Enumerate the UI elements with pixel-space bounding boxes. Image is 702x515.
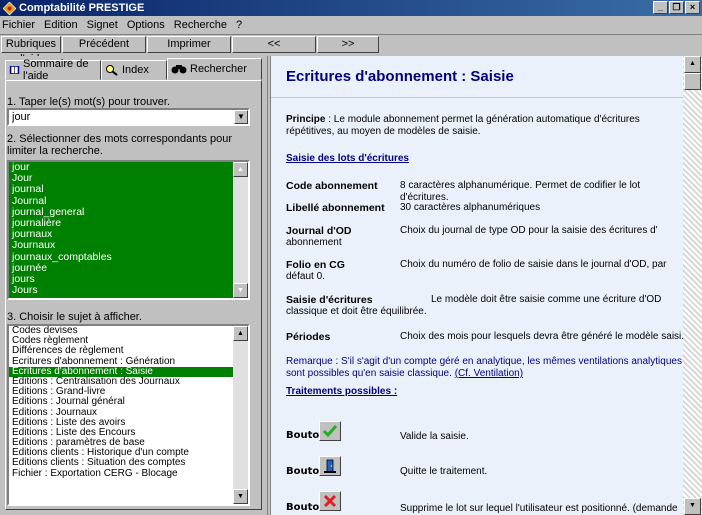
app-icon — [3, 1, 16, 15]
exit-door-icon[interactable] — [319, 456, 341, 476]
topic-content: Principe : Le module abonnement permet l… — [271, 98, 684, 515]
field-desc: Choix du journal de type OD pour la sais… — [400, 225, 658, 236]
field-desc: 8 caractères alphanumérique. Permet de c… — [400, 180, 641, 203]
search-input-value: jour — [12, 111, 31, 123]
magnifier-icon — [106, 65, 118, 76]
step1-label: 1. Taper le(s) mot(s) pour trouver. — [7, 96, 171, 108]
delete-x-icon[interactable] — [319, 491, 341, 511]
list-item[interactable]: jours — [9, 273, 248, 285]
principe-paragraph: Principe : Le module abonnement permet l… — [286, 114, 684, 138]
scroll-up-icon[interactable]: ▲ — [233, 162, 248, 177]
button-desc: Supprime le lot sur lequel l'utilisateur… — [400, 503, 678, 514]
menu-signet[interactable]: Signet — [87, 19, 118, 31]
list-item[interactable]: Jour — [9, 173, 248, 184]
scroll-down-icon[interactable]: ▼ — [684, 498, 701, 515]
topics-list[interactable]: Codes devises Codes règlement Différence… — [7, 324, 250, 506]
list-item[interactable]: journée — [9, 262, 248, 274]
step3-label: 3. Choisir le sujet à afficher. — [7, 311, 142, 323]
list-item[interactable]: jour — [9, 162, 248, 173]
scroll-thumb[interactable] — [684, 73, 701, 90]
tab-sommaire-label: Sommaire de l'aide — [23, 58, 89, 82]
tab-rechercher-label: Rechercher — [190, 63, 247, 75]
chevron-down-icon[interactable]: ▼ — [234, 110, 248, 124]
field-extra: classique et doit être équilibrée. — [286, 306, 427, 317]
field-desc: Choix du numéro de folio de saisie dans … — [400, 259, 667, 270]
menu-options[interactable]: Options — [127, 19, 165, 31]
field-label: Périodes — [286, 331, 331, 343]
book-icon — [9, 66, 20, 74]
step2-label: 2. Sélectionner des mots correspondants … — [7, 133, 233, 157]
list-item[interactable]: Editions : Journal général — [9, 397, 248, 407]
matching-words-list[interactable]: jour Jour journal Journal journal_genera… — [7, 160, 250, 300]
browse-forward-button[interactable]: >> — [317, 36, 379, 53]
toolbar: Rubriques d'aide Précédent Imprimer << >… — [0, 34, 702, 65]
field-desc: Le modèle doit être saisie comme une écr… — [431, 294, 662, 305]
ventilation-link[interactable]: (Cf. Ventilation) — [455, 368, 523, 379]
topic-header: Ecritures d'abonnement : Saisie — [271, 56, 684, 98]
browse-back-button[interactable]: << — [232, 36, 316, 53]
tab-index[interactable]: Index — [101, 60, 167, 80]
help-navigation-pane: Sommaire de l'aide Index Rechercher 1. T… — [0, 56, 268, 515]
principe-label: Principe — [286, 114, 326, 125]
window-title: Comptabilité PRESTIGE — [19, 2, 145, 14]
field-label: Code abonnement — [286, 180, 378, 192]
binoculars-icon — [171, 65, 187, 74]
section-saisie-link[interactable]: Saisie des lots d'écritures — [286, 153, 409, 165]
check-icon[interactable] — [319, 421, 341, 441]
topics-scrollbar[interactable]: ▲ ▼ — [233, 326, 248, 504]
field-desc: Choix des mois pour lesquels devra être … — [400, 331, 684, 342]
remarque-paragraph: Remarque : S'il s'agit d'un compte géré … — [286, 356, 684, 380]
tab-index-label: Index — [122, 64, 149, 76]
scroll-up-icon[interactable]: ▲ — [233, 326, 248, 341]
button-desc: Quitte le traitement. — [400, 466, 488, 477]
minimize-button[interactable]: _ — [653, 1, 668, 14]
imprimer-button[interactable]: Imprimer — [147, 36, 231, 53]
words-scrollbar[interactable]: ▲ ▼ — [233, 162, 248, 298]
close-button[interactable]: × — [685, 1, 700, 14]
field-extra: défaut 0. — [286, 271, 325, 282]
rubriques-button[interactable]: Rubriques d'aide — [1, 36, 61, 65]
list-item[interactable]: Jours — [9, 284, 248, 296]
field-desc: 30 caractères alphanumériques — [400, 202, 541, 213]
scroll-down-icon[interactable]: ▼ — [233, 283, 248, 298]
list-item[interactable]: journal — [9, 184, 248, 195]
precedent-button[interactable]: Précédent — [62, 36, 146, 53]
scroll-down-icon[interactable]: ▼ — [233, 489, 248, 504]
button-desc: Valide la saisie. — [400, 431, 469, 442]
tab-rechercher[interactable]: Rechercher — [167, 58, 262, 80]
principe-text: : Le module abonnement permet la générat… — [286, 114, 640, 137]
page-title: Ecritures d'abonnement : Saisie — [286, 68, 514, 85]
menu-help[interactable]: ? — [236, 19, 242, 31]
field-extra: abonnement — [286, 237, 342, 248]
tab-sommaire[interactable]: Sommaire de l'aide — [5, 58, 101, 82]
menu-fichier[interactable]: Fichier — [2, 19, 35, 31]
menu-recherche[interactable]: Recherche — [174, 19, 227, 31]
maximize-button[interactable]: ❐ — [669, 1, 684, 14]
menu-edition[interactable]: Edition — [44, 19, 78, 31]
help-content-pane: Ecritures d'abonnement : Saisie Principe… — [270, 56, 702, 515]
menu-bar: Fichier Edition Signet Options Recherche… — [0, 17, 702, 33]
help-tabs: Sommaire de l'aide Index Rechercher — [5, 58, 262, 82]
title-bar: Comptabilité PRESTIGE _ ❐ × — [0, 0, 702, 16]
content-scrollbar[interactable]: ▲ ▼ — [683, 56, 702, 515]
list-item[interactable]: Journaux — [9, 240, 248, 251]
list-item[interactable]: Fichier : Exportation CERG - Blocage — [9, 468, 248, 479]
scroll-up-icon[interactable]: ▲ — [684, 56, 701, 73]
list-item[interactable]: journaux_comptables — [9, 251, 248, 263]
search-input[interactable]: jour ▼ — [7, 108, 250, 126]
field-label: Libellé abonnement — [286, 202, 385, 214]
section-traitements-link[interactable]: Traitements possibles : — [286, 386, 397, 398]
